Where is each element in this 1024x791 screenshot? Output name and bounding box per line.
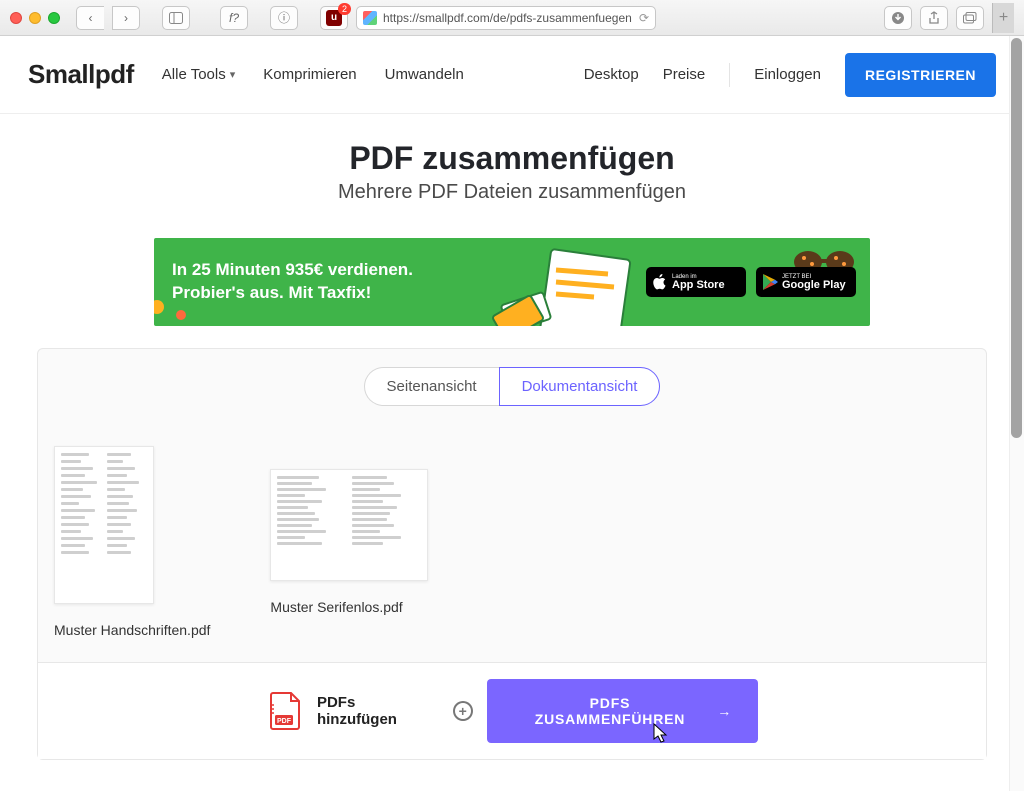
divider (729, 63, 730, 87)
svg-text:PDF: PDF (277, 718, 292, 725)
maximize-window-icon[interactable] (48, 12, 60, 24)
google-play-icon (762, 273, 778, 291)
browser-chrome: ‹ › f? ⓘ u 2 https://smallpdf.com/de/pdf… (0, 0, 1024, 36)
document-name: Muster Handschriften.pdf (54, 622, 210, 638)
ad-line2: Probier's aus. Mit Taxfix! (172, 282, 413, 305)
apple-big: App Store (672, 280, 725, 291)
scrollbar-thumb[interactable] (1011, 38, 1022, 438)
new-tab-button[interactable]: + (992, 3, 1014, 33)
close-window-icon[interactable] (10, 12, 22, 24)
merge-button-label: PDFS ZUSAMMENFÜHREN (513, 695, 707, 727)
minimize-window-icon[interactable] (29, 12, 41, 24)
tool-panel: Seitenansicht Dokumentansicht Muster Han… (37, 348, 987, 760)
tabs-button[interactable] (956, 6, 984, 30)
nav-all-tools[interactable]: Alle Tools ▾ (162, 66, 235, 83)
ublock-badge: 2 (338, 3, 351, 15)
downloads-button[interactable] (884, 6, 912, 30)
ad-decoration (154, 300, 164, 314)
app-store-badge[interactable]: Laden imApp Store (646, 267, 746, 297)
favicon-icon (363, 11, 377, 25)
share-button[interactable] (920, 6, 948, 30)
sidebar-toggle-button[interactable] (162, 6, 190, 30)
document-item[interactable]: Muster Handschriften.pdf (54, 446, 210, 638)
pdf-icon: PDF (269, 691, 303, 731)
site-header: Smallpdf Alle Tools ▾ Komprimieren Umwan… (0, 36, 1024, 114)
view-toggle: Seitenansicht Dokumentansicht (38, 349, 986, 416)
add-icon[interactable]: + (453, 701, 473, 721)
nav-compress[interactable]: Komprimieren (263, 66, 356, 83)
google-big: Google Play (782, 280, 846, 291)
window-controls (10, 12, 60, 24)
register-button[interactable]: REGISTRIEREN (845, 53, 996, 97)
hero: PDF zusammenfügen Mehrere PDF Dateien zu… (0, 114, 1024, 220)
document-view-tab[interactable]: Dokumentansicht (499, 367, 661, 406)
logo[interactable]: Smallpdf (28, 59, 134, 90)
chevron-down-icon: ▾ (230, 68, 236, 81)
url-text: https://smallpdf.com/de/pdfs-zusammenfue… (383, 11, 632, 25)
back-button[interactable]: ‹ (76, 6, 104, 30)
ad-banner[interactable]: In 25 Minuten 935€ verdienen. Probier's … (154, 238, 870, 326)
page-view-tab[interactable]: Seitenansicht (364, 367, 499, 406)
ad-line1: In 25 Minuten 935€ verdienen. (172, 259, 413, 282)
ad-text: In 25 Minuten 935€ verdienen. Probier's … (172, 259, 413, 305)
panel-footer: PDF PDFs hinzufügen + PDFS ZUSAMMENFÜHRE… (38, 662, 986, 759)
ad-decoration (176, 310, 186, 320)
document-list: Muster Handschriften.pdf Muster Serifenl… (38, 416, 986, 662)
flash-status-button[interactable]: f? (220, 6, 248, 30)
arrow-right-icon: → (717, 703, 732, 719)
google-play-badge[interactable]: JETZT BEIGoogle Play (756, 267, 856, 297)
nav-all-tools-label: Alle Tools (162, 66, 226, 83)
merge-button[interactable]: PDFS ZUSAMMENFÜHREN → (487, 679, 758, 743)
ublock-button[interactable]: u 2 (320, 6, 348, 30)
nav-pricing[interactable]: Preise (663, 66, 706, 83)
add-pdfs-label[interactable]: PDFs hinzufügen (317, 694, 439, 728)
ad-store-badges: Laden imApp Store JETZT BEIGoogle Play (646, 267, 856, 297)
nav-desktop[interactable]: Desktop (584, 66, 639, 83)
page-subtitle: Mehrere PDF Dateien zusammenfügen (0, 181, 1024, 204)
nav-login[interactable]: Einloggen (754, 66, 821, 83)
reload-icon[interactable]: ⟳ (639, 11, 649, 25)
apple-icon (652, 273, 668, 291)
document-thumbnail[interactable] (54, 446, 154, 604)
document-name: Muster Serifenlos.pdf (270, 599, 402, 615)
document-thumbnail[interactable] (270, 469, 428, 581)
page-title: PDF zusammenfügen (0, 140, 1024, 177)
document-item[interactable]: Muster Serifenlos.pdf (270, 446, 428, 638)
nav-convert[interactable]: Umwandeln (385, 66, 464, 83)
site-info-button[interactable]: ⓘ (270, 6, 298, 30)
forward-button[interactable]: › (112, 6, 140, 30)
ad-illustration (484, 246, 664, 326)
address-bar[interactable]: https://smallpdf.com/de/pdfs-zusammenfue… (356, 6, 656, 30)
